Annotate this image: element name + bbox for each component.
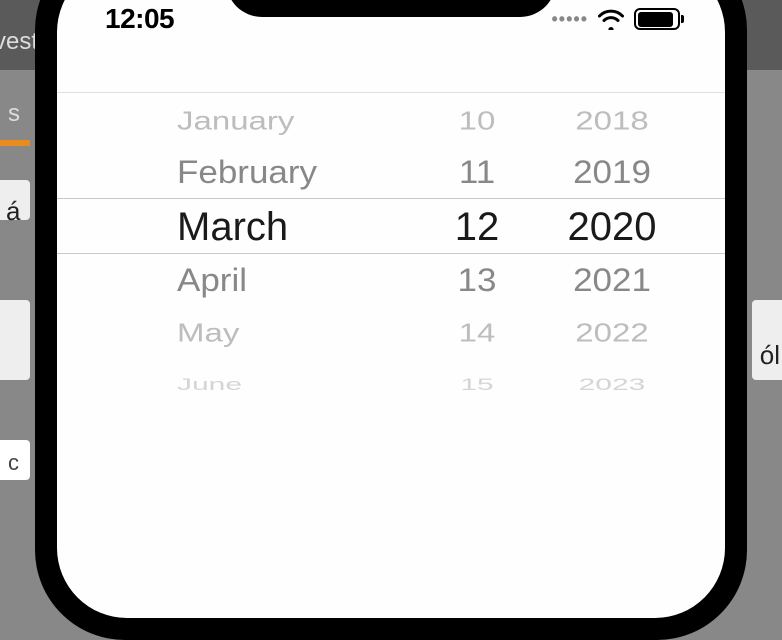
year-option[interactable]: 2021 [573, 257, 651, 305]
day-wheel[interactable]: 10 11 12 13 14 15 [417, 93, 537, 423]
month-option-selected[interactable]: March [177, 199, 288, 255]
day-option[interactable]: 15 [460, 371, 493, 400]
date-picker[interactable]: January February March April May June 10… [57, 93, 725, 423]
screen-content: January February March April May June 10… [57, 92, 725, 618]
month-option[interactable]: January [177, 101, 294, 142]
background-text: ól [760, 340, 780, 371]
background-text: á [6, 196, 20, 227]
status-icons: ••••• [551, 8, 680, 30]
background-accent [0, 140, 30, 146]
year-option-selected[interactable]: 2020 [568, 199, 657, 255]
cell-signal-icon: ••••• [551, 10, 588, 28]
year-option[interactable]: 2018 [575, 101, 648, 142]
year-wheel[interactable]: 2018 2019 2020 2021 2022 2023 [537, 93, 687, 423]
year-option[interactable]: 2022 [575, 313, 648, 354]
device-screen: 12:05 ••••• [57, 0, 725, 618]
year-option[interactable]: 2019 [573, 149, 651, 197]
month-option[interactable]: February [177, 149, 317, 197]
status-time: 12:05 [105, 3, 174, 35]
month-wheel[interactable]: January February March April May June [177, 93, 417, 423]
day-option[interactable]: 14 [459, 313, 496, 354]
month-option[interactable]: April [177, 257, 247, 305]
day-option[interactable]: 13 [458, 257, 497, 305]
day-option[interactable]: 10 [459, 101, 496, 142]
day-option[interactable]: 11 [459, 149, 495, 197]
day-option-selected[interactable]: 12 [455, 199, 500, 255]
wifi-icon [596, 8, 626, 30]
background-panel [0, 300, 30, 380]
background-text: c [8, 450, 19, 476]
battery-fill [638, 12, 674, 27]
device-frame: 12:05 ••••• [35, 0, 747, 640]
month-option[interactable]: June [177, 371, 242, 400]
background-text: vest [0, 28, 38, 56]
year-option[interactable]: 2023 [579, 371, 646, 400]
battery-icon [634, 8, 680, 30]
device-notch [226, 0, 556, 17]
month-option[interactable]: May [177, 313, 239, 354]
background-text: s [8, 100, 20, 128]
